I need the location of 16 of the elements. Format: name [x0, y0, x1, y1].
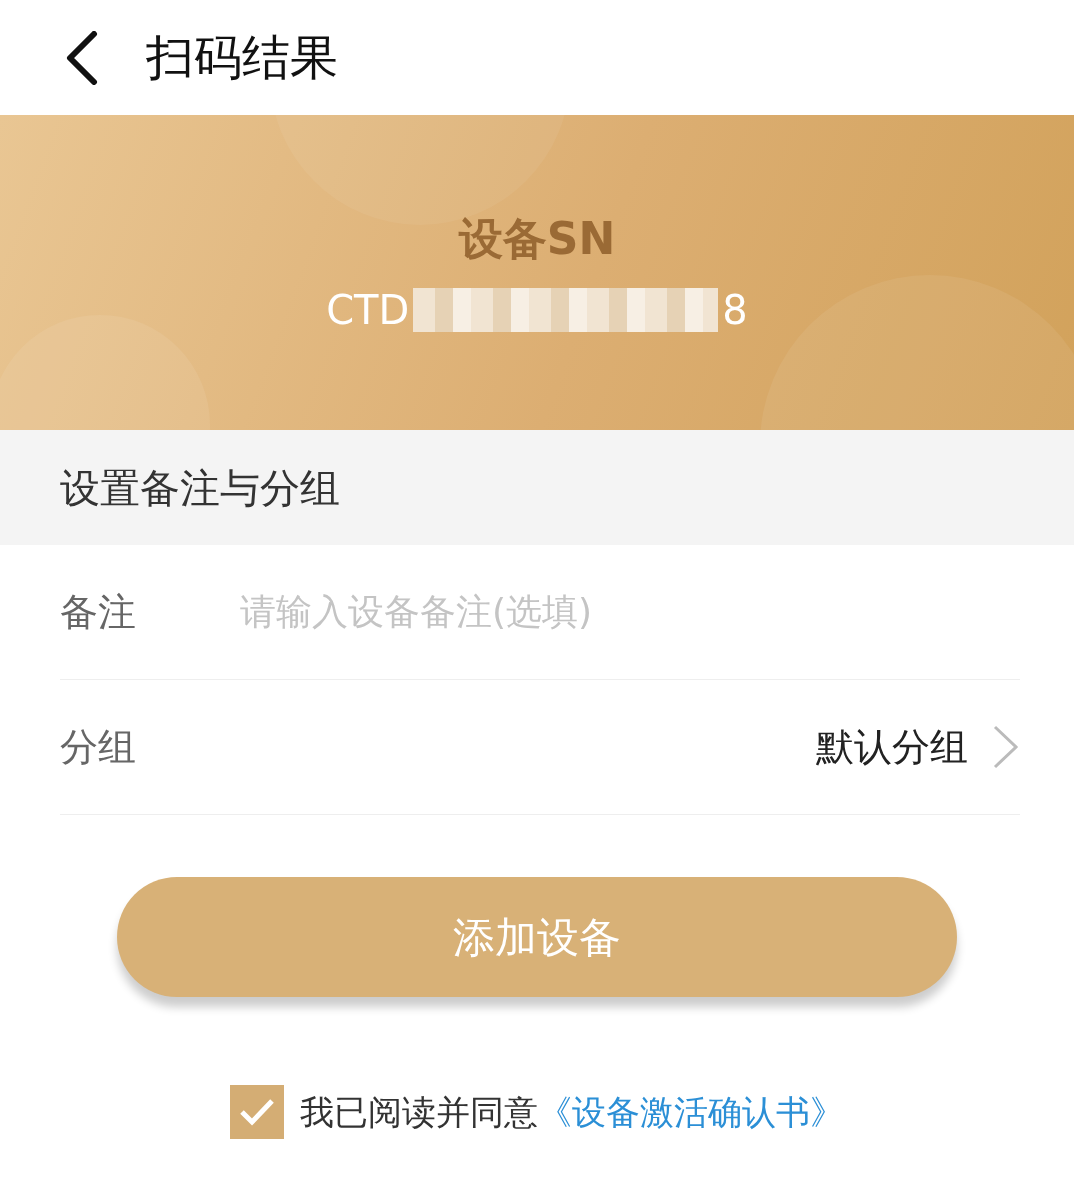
agreement-text: 我已阅读并同意	[300, 1090, 538, 1134]
remark-input[interactable]: 请输入设备备注(选填)	[240, 585, 1020, 639]
section-title: 设置备注与分组	[60, 463, 340, 513]
agreement-link[interactable]: 《设备激活确认书》	[538, 1086, 844, 1138]
agree-checkbox[interactable]	[230, 1085, 284, 1139]
sn-label: 设备SN	[458, 211, 616, 266]
add-device-button[interactable]: 添加设备	[117, 877, 957, 997]
serial-number: 8	[722, 285, 748, 335]
group-value[interactable]: 默认分组	[816, 718, 968, 776]
chevron-right-icon	[992, 724, 1020, 770]
back-icon[interactable]	[64, 30, 98, 85]
page-title: 扫码结果	[146, 28, 338, 87]
field-label: 分组	[60, 723, 137, 771]
check-icon	[239, 1097, 275, 1127]
field-label: 备注	[60, 588, 137, 636]
serial-number: CTD	[326, 285, 410, 335]
